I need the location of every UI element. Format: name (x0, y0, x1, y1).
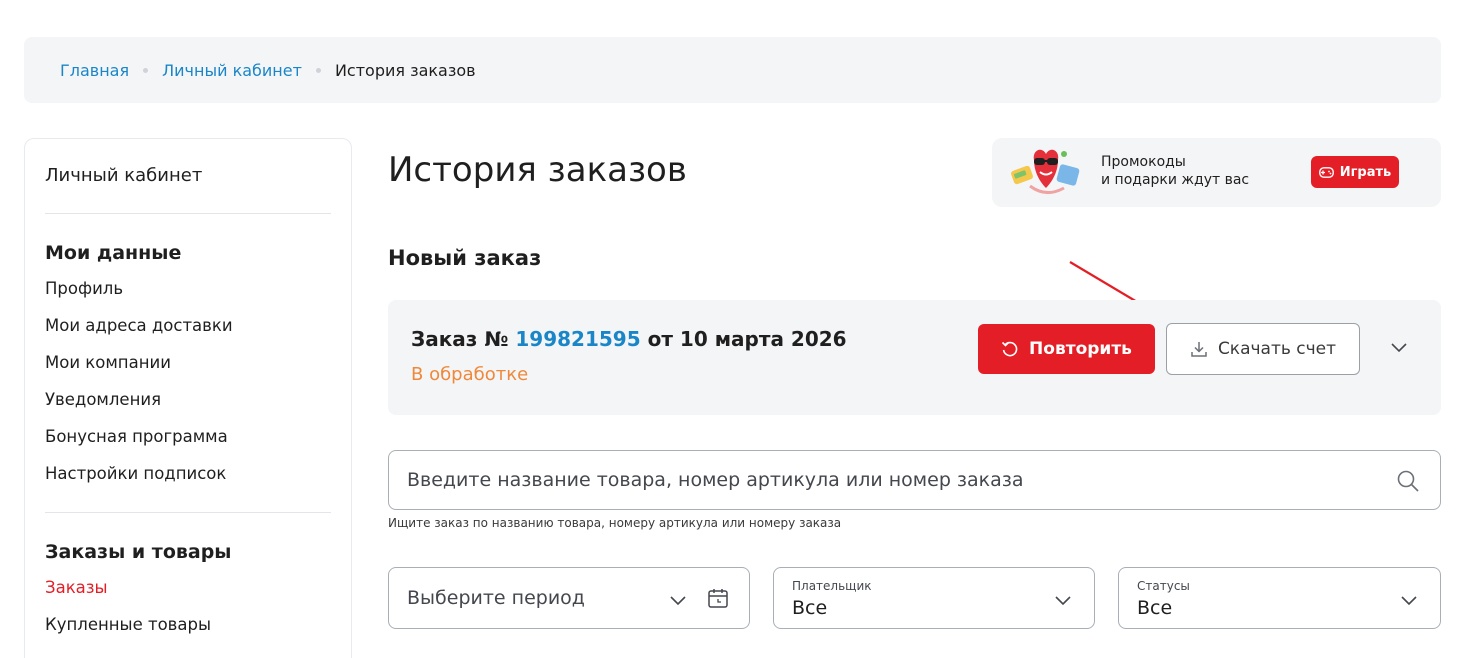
repeat-order-button[interactable]: Повторить (978, 324, 1155, 374)
statuses-label: Статусы (1137, 579, 1190, 593)
sidebar-item-profile[interactable]: Профиль (45, 270, 331, 307)
breadcrumb-home-link[interactable]: Главная (60, 61, 129, 80)
promo-line-2: и подарки ждут вас (1101, 172, 1250, 188)
order-number-link[interactable]: 199821595 (515, 327, 640, 351)
order-prefix: Заказ № (411, 327, 509, 351)
sidebar-item-purchased-goods[interactable]: Купленные товары (45, 606, 331, 643)
sidebar-title[interactable]: Личный кабинет (45, 165, 331, 213)
gamepad-icon (1318, 166, 1334, 178)
sidebar-item-addresses[interactable]: Мои адреса доставки (45, 307, 331, 344)
download-icon (1191, 342, 1207, 357)
payer-select[interactable]: Плательщик Все (773, 567, 1095, 629)
chevron-down-icon (670, 596, 686, 606)
statuses-select[interactable]: Статусы Все (1118, 567, 1441, 629)
search-hint: Ищите заказ по названию товара, номеру а… (388, 516, 842, 530)
search-input[interactable] (407, 451, 1367, 509)
sidebar-divider (45, 512, 331, 513)
chevron-down-icon[interactable] (1388, 336, 1410, 358)
promo-text: Промокоды и подарки ждут вас (1101, 153, 1249, 189)
download-invoice-label: Скачать счет (1217, 339, 1337, 359)
breadcrumb-current: История заказов (334, 60, 476, 80)
breadcrumb: Главная Личный кабинет История заказов (24, 37, 1441, 103)
statuses-value: Все (1137, 597, 1173, 619)
repeat-order-label: Повторить (1029, 339, 1132, 359)
sidebar-item-bonus-program[interactable]: Бонусная программа (45, 418, 331, 455)
sidebar-item-orders[interactable]: Заказы (45, 569, 331, 606)
sidebar-divider (45, 213, 331, 214)
breadcrumb-separator (143, 67, 149, 73)
sidebar-group-my-data: Мои данные (45, 242, 182, 264)
promo-line-1: Промокоды (1101, 154, 1186, 170)
play-button[interactable]: Играть (1311, 156, 1399, 188)
period-placeholder: Выберите период (407, 587, 585, 609)
calendar-icon[interactable] (707, 587, 729, 609)
period-select[interactable]: Выберите период (388, 567, 750, 629)
sidebar-group-orders: Заказы и товары (45, 541, 232, 563)
page-title: История заказов (388, 150, 687, 190)
chevron-down-icon (1401, 596, 1417, 606)
play-button-label: Играть (1339, 164, 1392, 180)
order-card: Заказ № 199821595 от 10 марта 2026 В обр… (388, 300, 1441, 415)
order-title: Заказ № 199821595 от 10 марта 2026 (411, 327, 847, 351)
order-status: В обработке (411, 364, 529, 385)
sidebar-item-subscriptions[interactable]: Настройки подписок (45, 455, 331, 492)
sidebar-item-companies[interactable]: Мои компании (45, 344, 331, 381)
breadcrumb-account-link[interactable]: Личный кабинет (162, 61, 302, 80)
account-sidebar: Личный кабинет Мои данные Профиль Мои ад… (24, 138, 352, 658)
section-title-new-order: Новый заказ (388, 246, 542, 270)
payer-label: Плательщик (792, 579, 872, 593)
search-icon[interactable] (1396, 469, 1420, 493)
order-date: от 10 марта 2026 (647, 327, 847, 351)
download-invoice-button[interactable]: Скачать счет (1166, 323, 1360, 375)
refresh-icon (1001, 341, 1018, 357)
promo-banner[interactable]: Промокоды и подарки ждут вас Играть (992, 138, 1441, 207)
mascot-icon (1011, 149, 1080, 194)
chevron-down-icon (1055, 596, 1071, 606)
payer-value: Все (792, 597, 828, 619)
sidebar-item-notifications[interactable]: Уведомления (45, 381, 331, 418)
order-search (388, 450, 1441, 510)
breadcrumb-separator (315, 67, 321, 73)
